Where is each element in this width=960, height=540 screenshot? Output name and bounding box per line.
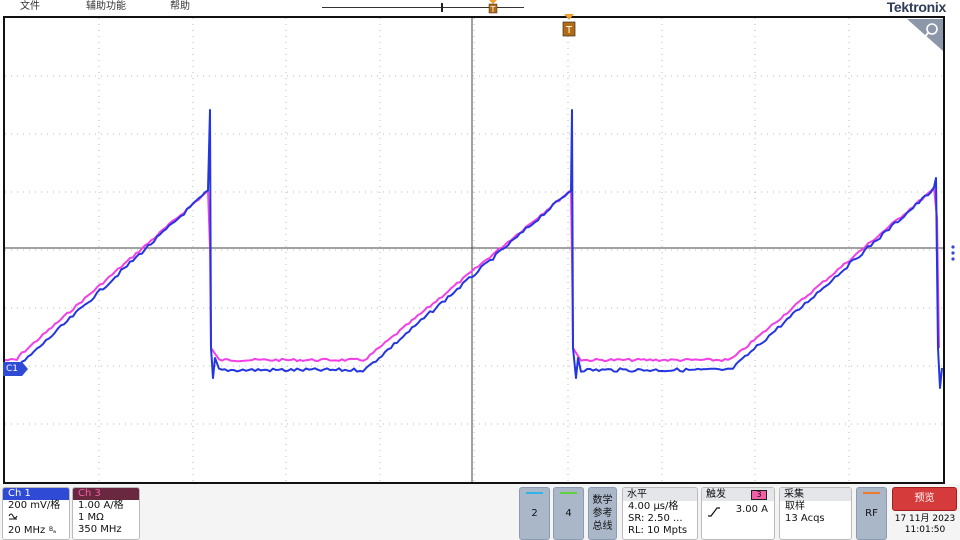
channel1-scale: 200 mV/格 — [8, 500, 61, 511]
menu-bar: 文件 辅助功能 帮助 T Tektronix — [0, 0, 960, 15]
date-display: 17 11月 2023 — [894, 514, 956, 524]
acquisition-title: 采集 — [780, 488, 851, 501]
channel1-badge[interactable]: Ch 1 200 mV/格 20 MHz B w — [2, 487, 70, 540]
ac-coupling-icon — [8, 513, 18, 520]
brand-logo: Tektronix — [886, 0, 947, 15]
waveform-graticule[interactable] — [3, 16, 945, 484]
channel1-waveform — [5, 109, 943, 389]
channel2-label: 2 — [531, 508, 538, 519]
math-ref-bus-labels: 数学 参考 总线 — [589, 494, 616, 533]
trigger-position-marker[interactable]: T — [562, 14, 576, 40]
channel2-color-bar — [526, 492, 543, 494]
timeline-trigger-icon: T — [488, 0, 498, 14]
trigger-source: 3 — [751, 490, 767, 500]
channel3-bandwidth: 350 MHz — [78, 524, 122, 535]
channel3-impedance: 1 MΩ — [78, 512, 104, 523]
svg-text:T: T — [565, 25, 573, 36]
channel4-button[interactable]: 4 — [553, 487, 584, 540]
channel3-title: Ch 3 — [73, 488, 139, 500]
more-options-icon[interactable] — [950, 244, 956, 264]
svg-text:w: w — [53, 529, 57, 533]
math-label: 数学 — [592, 495, 613, 506]
channel1-coupling — [3, 512, 69, 525]
menu-help[interactable]: 帮助 — [170, 0, 190, 13]
math-ref-bus-button[interactable]: 数学 参考 总线 — [588, 487, 617, 540]
menu-utility[interactable]: 辅助功能 — [86, 0, 126, 13]
menu-file[interactable]: 文件 — [20, 0, 40, 13]
preview-button[interactable]: 预览 — [892, 487, 957, 511]
rf-button[interactable]: RF — [856, 487, 887, 540]
rf-color-bar — [863, 492, 880, 494]
horizontal-sample-rate: SR: 2.50 ... — [628, 513, 683, 524]
svg-text:T: T — [490, 5, 496, 14]
horizontal-scale: 4.00 μs/格 — [628, 501, 679, 512]
rising-edge-icon — [708, 507, 720, 517]
trigger-level: 3.00 A — [735, 504, 768, 515]
channel1-bandwidth: 20 MHz — [8, 525, 46, 536]
channel4-color-bar — [560, 492, 577, 494]
waveform-canvas — [5, 18, 943, 482]
channel3-scale: 1.00 A/格 — [78, 500, 124, 511]
trigger-badge[interactable]: 触发 3 3.00 A — [701, 487, 775, 540]
zoom-icon[interactable] — [907, 19, 943, 51]
time-display: 11:01:50 — [904, 525, 946, 535]
record-view-position-icon[interactable] — [441, 3, 443, 12]
acquisition-mode: 取样 — [785, 501, 805, 512]
status-bar: Ch 1 200 mV/格 20 MHz B w Ch 3 1.00 A/格 1… — [0, 484, 960, 540]
channel1-marker-label: C1 — [6, 364, 19, 374]
horizontal-record-length: RL: 10 Mpts — [628, 525, 688, 536]
horizontal-badge[interactable]: 水平 4.00 μs/格 SR: 2.50 ... RL: 10 Mpts — [622, 487, 698, 540]
horizontal-title: 水平 — [623, 488, 697, 501]
channel1-ground-marker[interactable]: C1 — [3, 362, 29, 376]
channel1-title: Ch 1 — [3, 488, 69, 500]
acquisition-count: 13 Acqs — [785, 513, 825, 524]
bus-label: 总线 — [592, 521, 613, 532]
bandwidth-limit-icon: B w — [49, 526, 57, 534]
channel1-bandwidth-row: 20 MHz B w — [3, 525, 69, 537]
channel3-badge[interactable]: Ch 3 1.00 A/格 1 MΩ 350 MHz — [72, 487, 140, 540]
channel4-label: 4 — [565, 508, 572, 519]
acquisition-badge[interactable]: 采集 取样 13 Acqs — [779, 487, 852, 540]
channel2-button[interactable]: 2 — [519, 487, 550, 540]
rf-label: RF — [865, 508, 878, 519]
ref-label: 参考 — [592, 508, 613, 519]
